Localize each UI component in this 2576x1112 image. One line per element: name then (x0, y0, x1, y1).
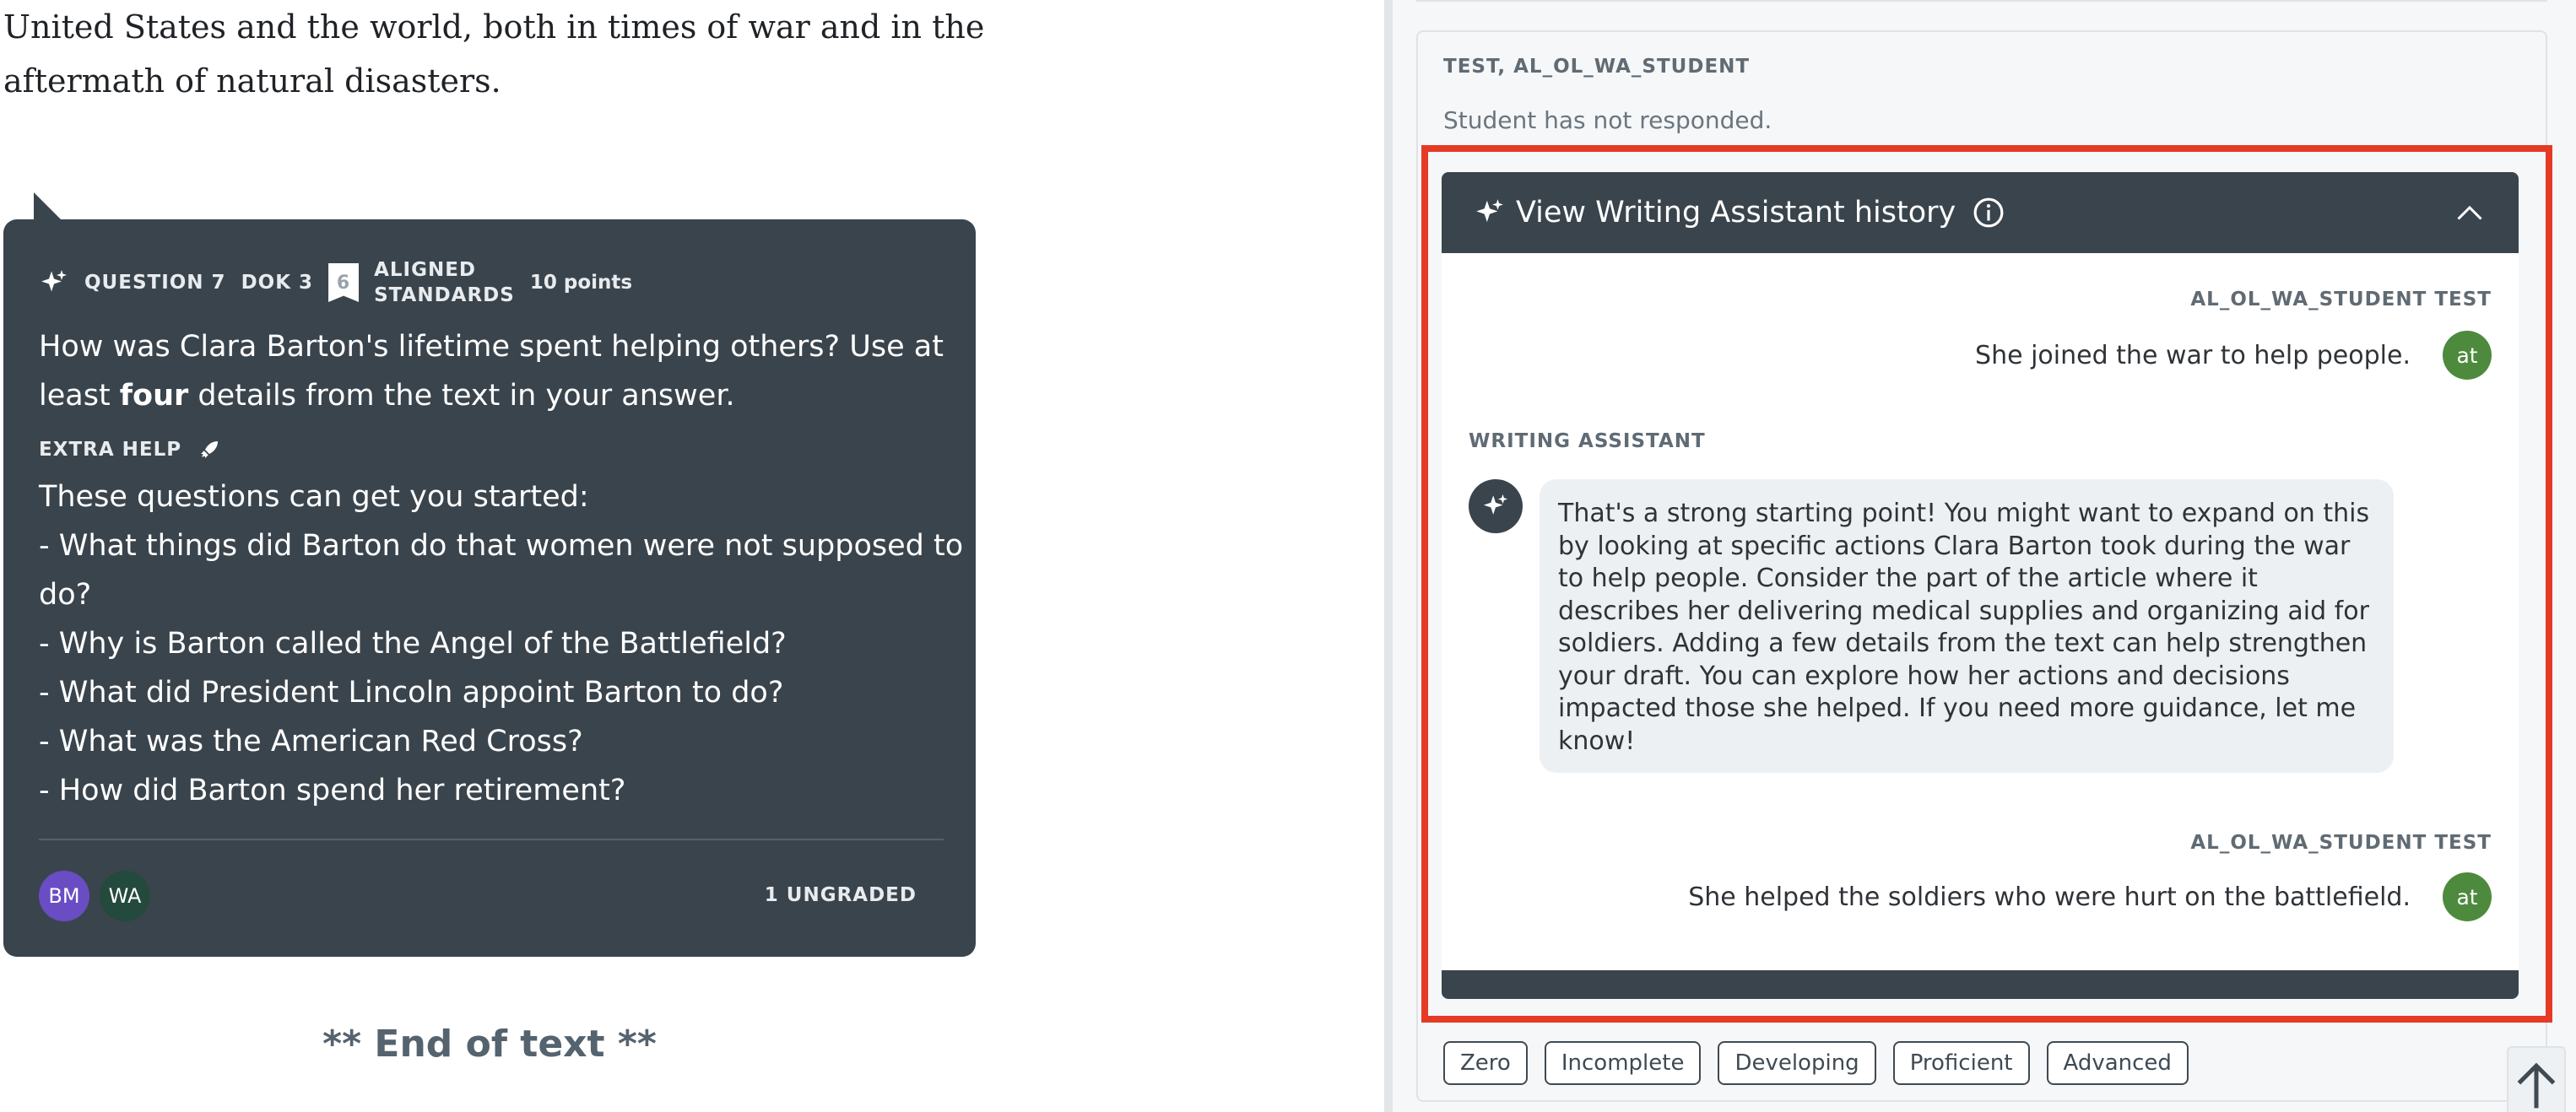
question-prompt: How was Clara Barton's lifetime spent he… (39, 322, 950, 420)
student-message: She helped the soldiers who were hurt on… (1688, 883, 2411, 912)
help-item: - What things did Barton do that women w… (39, 529, 964, 612)
student-name: TEST, AL_OL_WA_STUDENT (1443, 56, 1751, 78)
info-icon[interactable] (1973, 197, 2005, 229)
bookmark-icon[interactable]: 6 (328, 263, 360, 302)
rubric-buttons: Zero Incomplete Developing Proficient Ad… (1443, 1041, 2189, 1085)
avatar[interactable]: WA (100, 871, 150, 921)
rubric-proficient-button[interactable]: Proficient (1892, 1041, 2030, 1085)
rocket-icon (201, 441, 219, 458)
sparkle-icon (1476, 199, 1503, 223)
chevron-up-icon[interactable] (2453, 197, 2487, 228)
rubric-incomplete-button[interactable]: Incomplete (1544, 1041, 1702, 1085)
rubric-zero-button[interactable]: Zero (1443, 1041, 1528, 1085)
divider (1416, 0, 2547, 2)
dok-level: DOK 3 (241, 272, 314, 294)
help-item: - Why is Barton called the Angel of the … (39, 627, 787, 661)
sparkle-icon (1483, 494, 1508, 515)
avatar[interactable]: BM (39, 871, 89, 921)
divider (39, 839, 944, 840)
panel-footer (1442, 970, 2519, 999)
question-meta: QUESTION 7 DOK 3 6 ALIGNED STANDARDS 10 … (39, 255, 632, 310)
assistant-message: That's a strong starting point! You migh… (1540, 479, 2394, 773)
article-line: aftermath of natural disasters. (3, 62, 501, 100)
writing-assistant-title: View Writing Assistant history (1516, 196, 1956, 229)
extra-help-list: These questions can get you started: - W… (39, 472, 967, 815)
help-item: - What was the American Red Cross? (39, 725, 583, 758)
student-message: She joined the war to help people. (1975, 341, 2411, 370)
sparkle-icon (41, 270, 67, 292)
avatar: at (2443, 331, 2492, 380)
extra-help-label: EXTRA HELP (39, 439, 182, 461)
end-of-text: ** End of text ** (322, 1023, 657, 1066)
rubric-developing-button[interactable]: Developing (1718, 1041, 1876, 1085)
ungraded-count[interactable]: 1 UNGRADED (765, 884, 917, 906)
article-text: United States and the world, both in tim… (3, 0, 1016, 108)
question-card-pointer (34, 192, 62, 221)
article-line: United States and the world, both in tim… (3, 8, 985, 46)
help-item: - What did President Lincoln appoint Bar… (39, 676, 784, 710)
arrow-up-icon (2517, 1062, 2556, 1109)
avatar: at (2443, 872, 2492, 921)
question-card: QUESTION 7 DOK 3 6 ALIGNED STANDARDS 10 … (3, 219, 976, 957)
scroll-to-top-button[interactable] (2507, 1046, 2566, 1112)
help-item: - How did Barton spend her retirement? (39, 774, 626, 807)
article-pane: United States and the world, both in tim… (0, 0, 1384, 1112)
message-author: AL_OL_WA_STUDENT TEST (2190, 289, 2492, 310)
assistant-avatar (1469, 479, 1523, 533)
question-points: 10 points (529, 272, 633, 294)
rubric-advanced-button[interactable]: Advanced (2046, 1041, 2189, 1085)
response-status: Student has not responded. (1443, 106, 1772, 134)
writing-assistant-header[interactable]: View Writing Assistant history (1442, 172, 2519, 253)
writing-assistant-history-panel: View Writing Assistant history AL_OL_WA_… (1442, 172, 2519, 999)
aligned-standards-label: ALIGNED (374, 259, 477, 281)
prompt-emphasis: four (119, 379, 189, 413)
question-number: QUESTION 7 (84, 272, 226, 294)
extra-help-header: EXTRA HELP (39, 437, 222, 462)
help-item: These questions can get you started: (39, 480, 589, 514)
assistant-label: WRITING ASSISTANT (1469, 430, 1706, 452)
aligned-standards-link[interactable]: ALIGNED STANDARDS (374, 257, 515, 308)
collaborator-avatars: BM WA (39, 871, 150, 921)
message-author: AL_OL_WA_STUDENT TEST (2190, 832, 2492, 854)
grading-pane: TEST, AL_OL_WA_STUDENT Student has not r… (1393, 0, 2576, 1112)
prompt-text: details from the text in your answer. (188, 379, 735, 413)
aligned-standards-label: STANDARDS (374, 284, 515, 306)
pane-divider[interactable] (1384, 0, 1393, 1112)
